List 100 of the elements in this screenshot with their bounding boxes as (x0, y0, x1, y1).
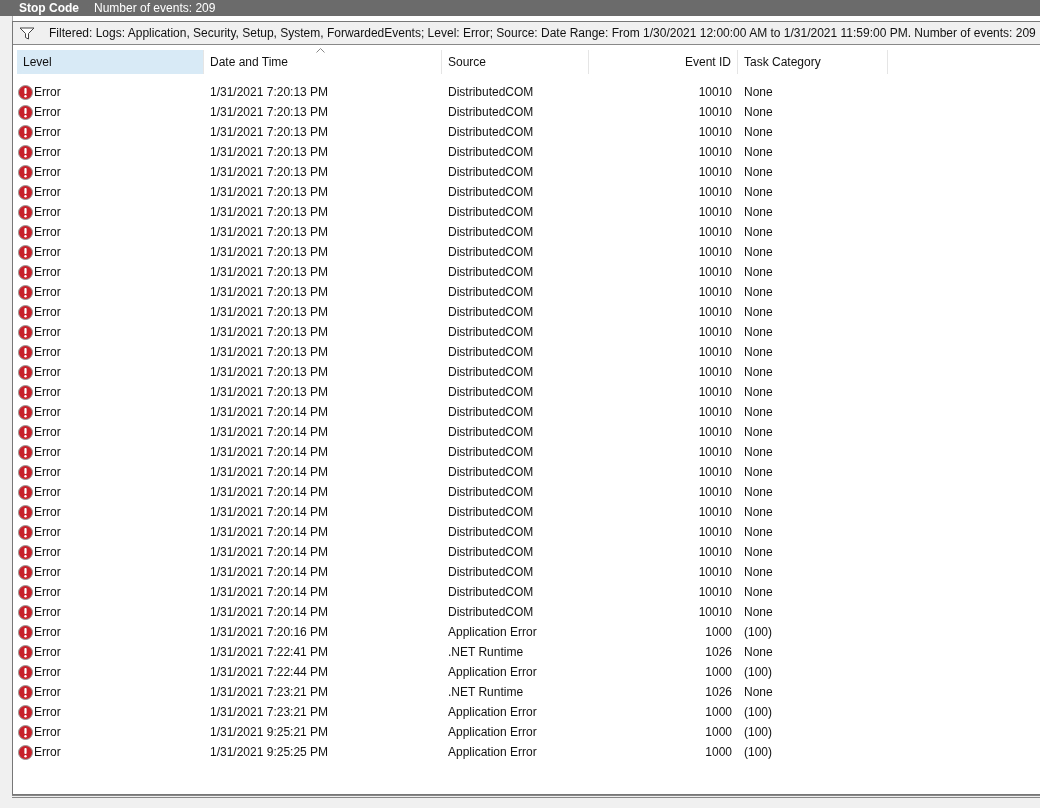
table-cell: 10010 (698, 485, 732, 499)
column-header[interactable]: Level (17, 50, 204, 74)
table-cell: 1/31/2021 7:22:41 PM (210, 645, 329, 659)
table-cell: Error (34, 665, 61, 679)
table-cell: DistributedCOM (448, 105, 534, 119)
error-icon (18, 504, 33, 520)
table-cell: None (744, 325, 773, 339)
table-cell: Error (34, 745, 61, 759)
table-cell: 1/31/2021 7:20:14 PM (210, 465, 329, 479)
table-cell: 1/31/2021 7:20:14 PM (210, 585, 329, 599)
column-header[interactable]: Source (442, 50, 589, 74)
table-cell: 10010 (698, 365, 732, 379)
error-icon (18, 584, 33, 600)
table-cell: 1/31/2021 7:20:13 PM (210, 85, 329, 99)
table-cell: 10010 (698, 325, 732, 339)
table-cell: None (744, 165, 773, 179)
table-cell: None (744, 545, 773, 559)
table-cell: DistributedCOM (448, 485, 534, 499)
error-icon (18, 684, 33, 700)
table-cell: Application Error (448, 665, 537, 679)
table-cell: Error (34, 445, 61, 459)
table-cell: Error (34, 165, 61, 179)
table-cell: 1/31/2021 7:20:14 PM (210, 565, 329, 579)
table-cell: Error (34, 405, 61, 419)
table-cell: None (744, 485, 773, 499)
table-cell: Error (34, 225, 61, 239)
table-cell: Error (34, 305, 61, 319)
column-header[interactable]: Task Category (738, 50, 888, 74)
error-icon (18, 304, 33, 320)
table-cell: Error (34, 625, 61, 639)
filter-description: Filtered: Logs: Application, Security, Setup, System, ForwardedEvents; Level: Error; Source: Date Range: From 1/30/2021 12:00:00 AM to 1/31/2021 11:59:00 PM. Number of events: 209 (49, 26, 1036, 40)
column-header[interactable]: Event ID (589, 50, 738, 74)
table-cell: DistributedCOM (448, 205, 534, 219)
error-icon (18, 144, 33, 160)
table-cell: 1/31/2021 7:20:13 PM (210, 265, 329, 279)
table-cell: 1/31/2021 7:20:13 PM (210, 165, 329, 179)
table-cell: 10010 (698, 525, 732, 539)
table-cell: 1000 (705, 625, 732, 639)
table-cell: 10010 (698, 125, 732, 139)
table-cell: DistributedCOM (448, 445, 534, 459)
table-cell: DistributedCOM (448, 245, 534, 259)
table-cell: DistributedCOM (448, 425, 534, 439)
table-cell: Error (34, 425, 61, 439)
error-icon (18, 424, 33, 440)
table-cell: (100) (744, 705, 772, 719)
error-icon (18, 644, 33, 660)
table-cell: DistributedCOM (448, 505, 534, 519)
table-cell: DistributedCOM (448, 165, 534, 179)
table-cell: 10010 (698, 245, 732, 259)
error-icon (18, 184, 33, 200)
table-cell: 1/31/2021 7:20:14 PM (210, 405, 329, 419)
table-cell: Application Error (448, 625, 537, 639)
table-cell: None (744, 605, 773, 619)
table-cell: DistributedCOM (448, 465, 534, 479)
error-icon (18, 464, 33, 480)
table-cell: 1/31/2021 7:20:13 PM (210, 125, 329, 139)
table-cell: 10010 (698, 585, 732, 599)
table-cell: None (744, 265, 773, 279)
table-cell: 10010 (698, 265, 732, 279)
error-icon (18, 364, 33, 380)
table-cell: 1026 (705, 645, 732, 659)
error-icon (18, 524, 33, 540)
table-cell: 1/31/2021 7:20:14 PM (210, 505, 329, 519)
error-icon (18, 224, 33, 240)
table-cell: 1026 (705, 685, 732, 699)
column-header[interactable]: Date and Time (204, 50, 442, 74)
table-cell: Application Error (448, 725, 537, 739)
table-cell: 1/31/2021 7:20:13 PM (210, 185, 329, 199)
table-cell: DistributedCOM (448, 85, 534, 99)
table-cell: Error (34, 685, 61, 699)
table-cell: 1/31/2021 7:20:14 PM (210, 445, 329, 459)
table-cell: 1/31/2021 7:20:13 PM (210, 365, 329, 379)
error-icon (18, 544, 33, 560)
table-cell: 1000 (705, 745, 732, 759)
table-cell: None (744, 645, 773, 659)
table-cell: 10010 (698, 345, 732, 359)
table-cell: 1/31/2021 7:20:13 PM (210, 385, 329, 399)
sort-caret-icon (316, 48, 325, 53)
table-cell: DistributedCOM (448, 545, 534, 559)
table-cell: Error (34, 245, 61, 259)
table-cell: DistributedCOM (448, 305, 534, 319)
table-cell: 1/31/2021 7:20:13 PM (210, 305, 329, 319)
table-cell: None (744, 425, 773, 439)
table-cell: Error (34, 185, 61, 199)
error-icon (18, 484, 33, 500)
error-icon (18, 104, 33, 120)
table-cell: 10010 (698, 425, 732, 439)
table-cell: 10010 (698, 205, 732, 219)
error-icon (18, 604, 33, 620)
table-cell: Error (34, 265, 61, 279)
table-cell: DistributedCOM (448, 525, 534, 539)
window-title: Stop Code (19, 1, 79, 15)
error-icon (18, 284, 33, 300)
table-cell: DistributedCOM (448, 585, 534, 599)
table-cell: 1/31/2021 7:20:13 PM (210, 345, 329, 359)
table-cell: 1/31/2021 7:20:14 PM (210, 525, 329, 539)
error-icon (18, 664, 33, 680)
table-cell: Error (34, 525, 61, 539)
table-cell: DistributedCOM (448, 125, 534, 139)
table-cell: 10010 (698, 285, 732, 299)
